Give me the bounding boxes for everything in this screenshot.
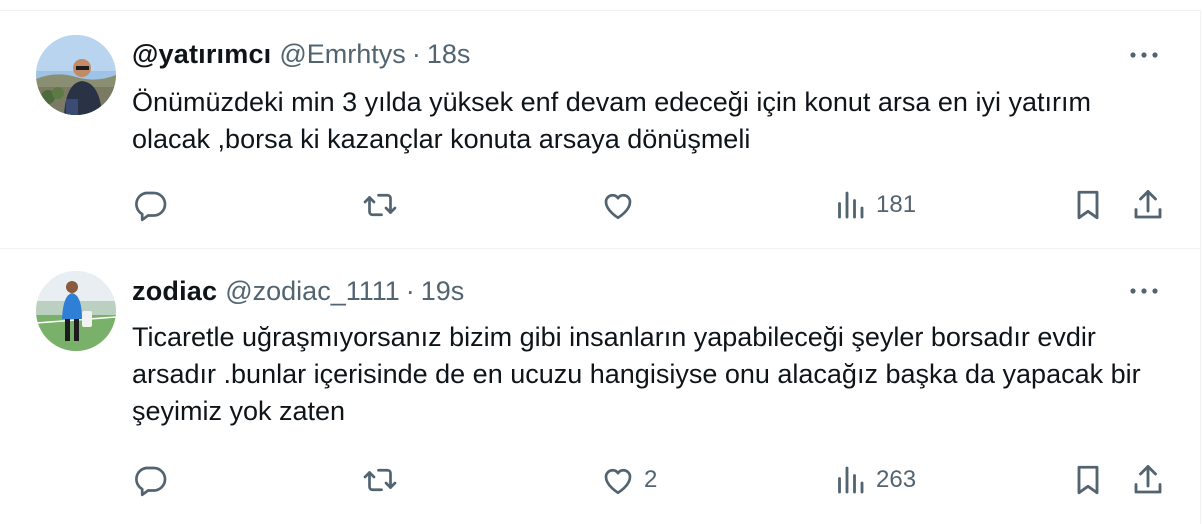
avatar[interactable] [36, 35, 116, 115]
share-button[interactable] [1130, 460, 1166, 500]
timestamp[interactable]: 18s [427, 39, 471, 70]
like-count: 2 [644, 466, 658, 493]
like-button[interactable]: 2 [600, 460, 657, 500]
reply-icon [132, 187, 168, 223]
view-count: 181 [876, 191, 917, 218]
like-button[interactable] [600, 185, 644, 225]
share-button[interactable] [1130, 185, 1166, 225]
bookmark-icon [1070, 187, 1106, 223]
separator-dot: · [405, 275, 415, 306]
avatar[interactable] [36, 271, 116, 351]
reply-icon [132, 462, 168, 498]
more-icon[interactable] [1126, 41, 1162, 69]
avatar-photo [36, 35, 116, 115]
action-bar: 2 263 [132, 460, 1172, 500]
tweet[interactable]: zodiac @zodiac_1111 · 19s Ticaretle uğra… [0, 248, 1201, 524]
more-icon[interactable] [1126, 277, 1162, 305]
tweet-text: Önümüzdeki min 3 yılda yüksek enf devam … [132, 87, 1091, 154]
display-name[interactable]: @yatırımcı [132, 39, 271, 70]
views-button[interactable]: 181 [832, 185, 916, 225]
tweet[interactable]: @yatırımcı @Emrhtys · 18s Önümüzdeki min… [0, 10, 1201, 249]
reply-button[interactable] [132, 185, 168, 225]
bookmark-button[interactable] [1070, 185, 1106, 225]
repost-icon [362, 462, 398, 498]
bookmark-icon [1070, 462, 1106, 498]
views-icon [832, 187, 868, 223]
tweet-header: zodiac @zodiac_1111 · 19s [132, 275, 464, 307]
repost-icon [362, 187, 398, 223]
view-count: 263 [876, 466, 917, 493]
user-handle[interactable]: @zodiac_1111 [225, 276, 400, 307]
tweet-text: Ticaretle uğraşmıyorsanız bizim gibi ins… [132, 322, 1141, 426]
bookmark-button[interactable] [1070, 460, 1106, 500]
separator-dot: · [411, 38, 421, 69]
avatar-photo [36, 271, 116, 351]
display-name[interactable]: zodiac [132, 276, 217, 307]
share-icon [1130, 187, 1166, 223]
repost-button[interactable] [362, 460, 398, 500]
user-handle[interactable]: @Emrhtys [279, 39, 405, 70]
heart-icon [600, 462, 636, 498]
heart-icon [600, 187, 636, 223]
tweet-header: @yatırımcı @Emrhtys · 18s [132, 38, 470, 70]
repost-button[interactable] [362, 185, 398, 225]
views-icon [832, 462, 868, 498]
action-bar: 181 [132, 185, 1172, 225]
share-icon [1130, 462, 1166, 498]
views-button[interactable]: 263 [832, 460, 916, 500]
timeline: @yatırımcı @Emrhtys · 18s Önümüzdeki min… [0, 0, 1202, 524]
timestamp[interactable]: 19s [421, 276, 465, 307]
reply-button[interactable] [132, 460, 168, 500]
